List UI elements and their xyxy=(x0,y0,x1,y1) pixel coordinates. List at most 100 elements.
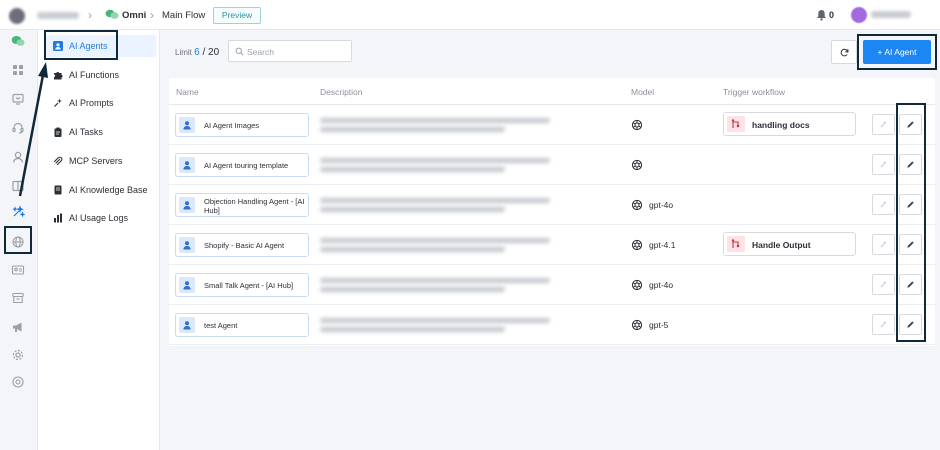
agent-name: Shopify - Basic AI Agent xyxy=(204,241,285,250)
agent-limit: Limit 6 / 20 xyxy=(175,47,220,58)
icon-rail xyxy=(0,30,38,450)
submenu-item-ai-usage-logs[interactable]: AI Usage Logs xyxy=(46,207,156,229)
breadcrumb-main-flow[interactable]: Main Flow xyxy=(162,10,205,21)
table-header: Name Description Model Trigger workflow xyxy=(169,78,935,105)
submenu-item-ai-prompts[interactable]: AI Prompts xyxy=(46,92,156,114)
agent-name-cell[interactable]: test Agent xyxy=(175,313,309,337)
annotation-highlight-rail xyxy=(4,226,32,254)
breadcrumb-omni[interactable]: Omni xyxy=(122,10,146,21)
sparkle-wand-icon xyxy=(880,120,887,128)
agent-model: gpt-4o xyxy=(649,280,674,290)
ai-submenu: AI Agents AI Functions AI Prompts AI Tas… xyxy=(38,30,160,450)
limit-total: 20 xyxy=(208,47,220,58)
search-input[interactable] xyxy=(247,45,347,58)
trigger-workflow-button[interactable] xyxy=(872,234,895,255)
book-icon[interactable] xyxy=(11,179,25,193)
column-description: Description xyxy=(320,87,363,97)
refresh-button[interactable] xyxy=(831,40,857,64)
submenu-item-ai-functions[interactable]: AI Functions xyxy=(46,64,156,86)
chevron-right-icon: › xyxy=(88,8,92,22)
chat-icon[interactable] xyxy=(11,34,25,48)
agent-model: gpt-4.1 xyxy=(649,240,676,250)
agent-name: test Agent xyxy=(204,321,238,330)
table-row[interactable]: AI Agent touring template xyxy=(169,145,935,185)
trigger-workflow-button[interactable] xyxy=(872,194,895,215)
agent-avatar-icon xyxy=(179,197,195,213)
sparkle-wand-icon xyxy=(880,240,887,248)
search-icon xyxy=(235,47,244,56)
id-card-icon[interactable] xyxy=(11,263,25,277)
agent-name-cell[interactable]: Objection Handling Agent - [AI Hub] xyxy=(175,193,309,217)
preview-button[interactable]: Preview xyxy=(213,7,261,24)
megaphone-icon[interactable] xyxy=(11,320,25,334)
settings-icon[interactable] xyxy=(11,348,25,362)
archive-icon[interactable] xyxy=(11,291,25,305)
agent-name: Objection Handling Agent - [AI Hub] xyxy=(204,196,305,215)
submenu-label: AI Knowledge Base xyxy=(69,185,148,195)
openai-icon xyxy=(631,119,643,131)
agent-description xyxy=(320,237,585,255)
submenu-label: MCP Servers xyxy=(69,156,123,166)
workflow-icon xyxy=(727,116,745,132)
clipboard-icon xyxy=(54,127,62,137)
top-bar: › Omni › Main Flow Preview 0 xyxy=(0,0,940,30)
help-icon[interactable] xyxy=(11,375,25,389)
openai-icon xyxy=(631,199,643,211)
agent-avatar-icon xyxy=(179,117,195,133)
submenu-label: AI Tasks xyxy=(69,127,103,137)
table-row[interactable]: test Agent gpt-5 xyxy=(169,305,935,345)
agent-model: gpt-5 xyxy=(649,320,669,330)
agent-name-cell[interactable]: AI Agent Images xyxy=(175,113,309,137)
sparkle-wand-icon xyxy=(880,200,887,208)
agent-model: gpt-4o xyxy=(649,200,674,210)
table-row[interactable]: AI Agent Images handling docs xyxy=(169,105,935,145)
search-box[interactable] xyxy=(228,40,352,62)
workspace-name[interactable] xyxy=(37,12,79,19)
agent-name: AI Agent Images xyxy=(204,121,260,130)
ai-sparkle-icon[interactable] xyxy=(11,205,25,219)
openai-icon xyxy=(631,319,643,331)
submenu-item-ai-tasks[interactable]: AI Tasks xyxy=(46,121,156,143)
support-icon[interactable] xyxy=(11,121,25,135)
agent-name-cell[interactable]: Shopify - Basic AI Agent xyxy=(175,233,309,257)
submenu-item-mcp-servers[interactable]: MCP Servers xyxy=(46,150,156,172)
trigger-workflow-pill[interactable]: handling docs xyxy=(723,112,856,136)
grid-icon[interactable] xyxy=(11,63,25,77)
table-row[interactable]: Objection Handling Agent - [AI Hub] gpt-4… xyxy=(169,185,935,225)
user-avatar[interactable] xyxy=(851,7,867,23)
annotation-highlight-ai-agents xyxy=(44,30,118,60)
trigger-workflow-button[interactable] xyxy=(872,274,895,295)
puzzle-icon xyxy=(54,71,63,80)
trigger-workflow-button[interactable] xyxy=(872,114,895,135)
workspace-avatar[interactable] xyxy=(9,8,25,24)
add-ai-agent-button[interactable]: + AI Agent xyxy=(863,40,931,64)
column-model: Model xyxy=(631,87,655,97)
sparkle-icon xyxy=(54,98,62,107)
plus-icon: + xyxy=(877,47,883,57)
agent-name-cell[interactable]: Small Talk Agent - [AI Hub] xyxy=(175,273,309,297)
user-name[interactable] xyxy=(871,11,911,18)
table-row[interactable]: Small Talk Agent - [AI Hub] gpt-4o xyxy=(169,265,935,305)
sparkle-wand-icon xyxy=(880,280,887,288)
submenu-label: AI Functions xyxy=(69,70,120,80)
trigger-workflow-name: Handle Output xyxy=(752,240,811,250)
agent-name: AI Agent touring template xyxy=(204,161,289,170)
agent-name-cell[interactable]: AI Agent touring template xyxy=(175,153,309,177)
sparkle-wand-icon xyxy=(880,160,887,168)
broadcast-icon[interactable] xyxy=(11,92,25,106)
agent-description xyxy=(320,317,585,335)
workflow-icon xyxy=(727,236,745,252)
submenu-label: AI Usage Logs xyxy=(69,213,129,223)
sparkle-wand-icon xyxy=(880,320,887,328)
contacts-icon[interactable] xyxy=(11,150,25,164)
limit-used: 6 xyxy=(194,47,200,58)
column-trigger-workflow: Trigger workflow xyxy=(723,87,786,97)
agent-description xyxy=(320,157,585,175)
bell-icon[interactable] xyxy=(816,9,827,21)
trigger-workflow-button[interactable] xyxy=(872,314,895,335)
table-row[interactable]: Shopify - Basic AI Agent gpt-4.1 Handle Ou… xyxy=(169,225,935,265)
trigger-workflow-button[interactable] xyxy=(872,154,895,175)
trigger-workflow-pill[interactable]: Handle Output xyxy=(723,232,856,256)
agent-name: Small Talk Agent - [AI Hub] xyxy=(204,281,294,290)
submenu-item-ai-knowledge-base[interactable]: AI Knowledge Base xyxy=(46,179,156,201)
